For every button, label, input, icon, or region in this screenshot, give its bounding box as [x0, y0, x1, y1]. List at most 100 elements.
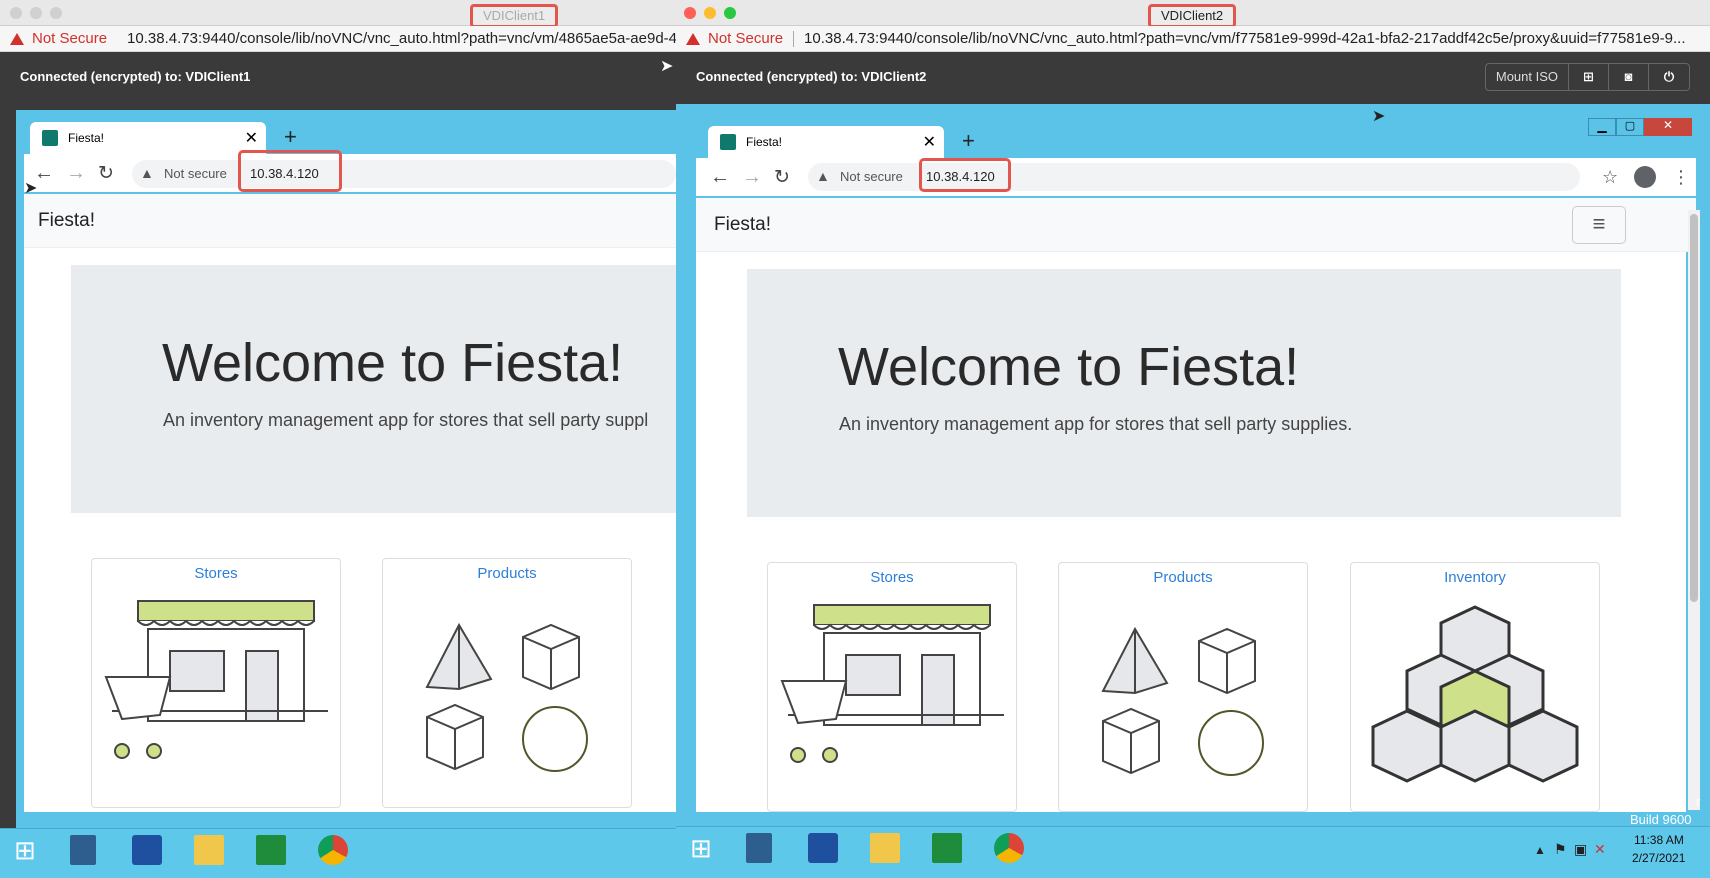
power-icon[interactable]: ⏻ [1649, 64, 1689, 90]
vnc-status-bar: Connected (encrypted) to: VDIClient2 Mou… [676, 52, 1710, 100]
products-card[interactable]: Products [382, 558, 632, 808]
not-secure-chip: Not secure [164, 166, 227, 181]
tab-title: Fiesta! [746, 135, 783, 149]
vnc-status: Connected (encrypted) to: VDIClient1 [20, 68, 251, 84]
back-icon[interactable]: ← [710, 166, 730, 189]
storefront-icon [104, 600, 328, 759]
window-title: VDIClient1 [470, 4, 559, 28]
app-navbar: Fiesta! ≡ [696, 198, 1696, 252]
network-icon[interactable]: ⊞ [1569, 64, 1609, 90]
title-bar: VDIClient1 [0, 0, 676, 28]
divider [793, 30, 795, 47]
zoom-dot-icon[interactable] [50, 7, 62, 19]
file-explorer-icon[interactable] [870, 833, 900, 863]
hamburger-menu-icon[interactable]: ≡ [1572, 206, 1626, 244]
stores-card[interactable]: Stores [91, 558, 341, 808]
close-dot-icon[interactable] [10, 7, 22, 19]
fiesta-favicon-icon [42, 130, 58, 146]
close-dot-icon[interactable] [684, 7, 696, 19]
cursor-icon: ➤ [24, 180, 38, 197]
server-manager-icon[interactable] [70, 835, 96, 865]
menu-kebab-icon[interactable]: ⋮ [1672, 167, 1690, 188]
lead-text: An inventory management app for stores t… [839, 414, 1353, 434]
bookmark-star-icon[interactable]: ☆ [1602, 167, 1618, 188]
maximize-window-icon[interactable]: ▢ [1616, 118, 1644, 136]
stores-card[interactable]: Stores [767, 562, 1017, 812]
tray-up-arrow-icon[interactable]: ▲ [1534, 843, 1546, 857]
volume-muted-icon[interactable]: ✕ [1594, 841, 1606, 858]
reload-icon[interactable]: ↻ [98, 162, 114, 185]
mount-iso-button[interactable]: Mount ISO [1486, 64, 1569, 90]
minimize-dot-icon[interactable] [704, 7, 716, 19]
not-secure-label: Not Secure [708, 30, 784, 47]
reload-icon[interactable]: ↻ [774, 166, 790, 189]
profile-icon[interactable] [1634, 166, 1656, 188]
shapes-icon [425, 622, 588, 772]
welcome-heading: Welcome to Fiesta! [838, 337, 1300, 397]
warning-icon [10, 32, 24, 45]
welcome-heading: Welcome to Fiesta! [162, 333, 624, 393]
close-window-icon[interactable]: ✕ [1644, 118, 1692, 136]
chrome-icon[interactable] [994, 833, 1024, 863]
lead-text: An inventory management app for stores t… [163, 410, 649, 430]
title-bar: VDIClient2 [676, 0, 1710, 28]
close-tab-icon[interactable]: ✕ [245, 128, 258, 148]
vnc-toolbar: Mount ISO ⊞ ◙ ⏻ [1484, 63, 1690, 91]
window-title: VDIClient2 [1148, 4, 1237, 28]
url-text: 10.38.4.73:9440/console/lib/noVNC/vnc_au… [804, 30, 1686, 47]
zoom-dot-icon[interactable] [724, 7, 736, 19]
new-tab-icon[interactable]: + [284, 124, 297, 150]
not-secure-label: Not Secure [32, 30, 108, 47]
windows-start-icon[interactable]: ⊞ [14, 835, 44, 865]
address-highlight [919, 158, 1011, 192]
file-explorer-icon[interactable] [194, 835, 224, 865]
server-manager-icon[interactable] [746, 833, 772, 863]
powershell-icon[interactable] [132, 835, 162, 865]
network-icon[interactable]: ▣ [1574, 841, 1587, 858]
chrome-icon[interactable] [318, 835, 348, 865]
minimize-dot-icon[interactable] [30, 7, 42, 19]
clock-date[interactable]: 2/27/2021 [1632, 851, 1685, 865]
warning-icon: ▲ [816, 168, 830, 184]
store-icon[interactable] [932, 833, 962, 863]
app-navbar: Fiesta! [24, 194, 676, 248]
windows-start-icon[interactable]: ⊞ [690, 833, 720, 863]
shapes-icon [1101, 626, 1264, 776]
url-bar[interactable]: Not Secure 10.38.4.73:9440/console/lib/n… [676, 26, 1710, 52]
storefront-icon [780, 604, 1004, 763]
minimize-window-icon[interactable]: ▁ [1588, 118, 1616, 136]
vnc-status: Connected (encrypted) to: VDIClient2 [696, 68, 927, 84]
camera-icon[interactable]: ◙ [1609, 64, 1649, 90]
close-tab-icon[interactable]: ✕ [923, 132, 936, 152]
url-text: 10.38.4.73:9440/console/lib/noVNC/vnc_au… [127, 30, 676, 47]
fiesta-favicon-icon [720, 134, 736, 150]
brand[interactable]: Fiesta! [714, 214, 771, 236]
vdiclient1-window: VDIClient1 Not Secure 10.38.4.73:9440/co… [0, 0, 676, 878]
taskbar: ⊞ ▲ ⚑ ▣ ✕ 11:38 AM 2/27/2021 [676, 826, 1710, 878]
scrollbar-thumb[interactable] [1690, 214, 1698, 602]
not-secure-chip: Not secure [840, 169, 903, 184]
powershell-icon[interactable] [808, 833, 838, 863]
vnc-status-bar: Connected (encrypted) to: VDIClient1 [0, 52, 676, 100]
store-icon[interactable] [256, 835, 286, 865]
browser-tab[interactable]: Fiesta! ✕ [708, 126, 944, 158]
warning-icon [686, 32, 700, 45]
browser-tab[interactable]: Fiesta! ✕ [30, 122, 266, 154]
forward-icon[interactable]: → [742, 166, 762, 189]
cursor-icon: ➤ [1372, 108, 1386, 125]
products-card[interactable]: Products [1058, 562, 1308, 812]
vdiclient2-window: VDIClient2 Not Secure 10.38.4.73:9440/co… [676, 0, 1710, 878]
url-bar[interactable]: Not Secure 10.38.4.73:9440/console/lib/n… [0, 26, 676, 52]
inventory-card[interactable]: Inventory [1350, 562, 1600, 812]
clock-time[interactable]: 11:38 AM [1634, 833, 1684, 847]
forward-icon[interactable]: → [66, 162, 86, 185]
new-tab-icon[interactable]: + [962, 128, 975, 154]
tab-title: Fiesta! [68, 131, 105, 145]
brand[interactable]: Fiesta! [38, 210, 95, 232]
flag-icon[interactable]: ⚑ [1554, 841, 1567, 858]
cubes-icon [1371, 605, 1579, 783]
address-highlight [238, 150, 342, 192]
scrollbar[interactable] [1688, 210, 1700, 810]
build-watermark: Build 9600 [1630, 812, 1692, 827]
watermark-fragment: r [1696, 794, 1701, 809]
